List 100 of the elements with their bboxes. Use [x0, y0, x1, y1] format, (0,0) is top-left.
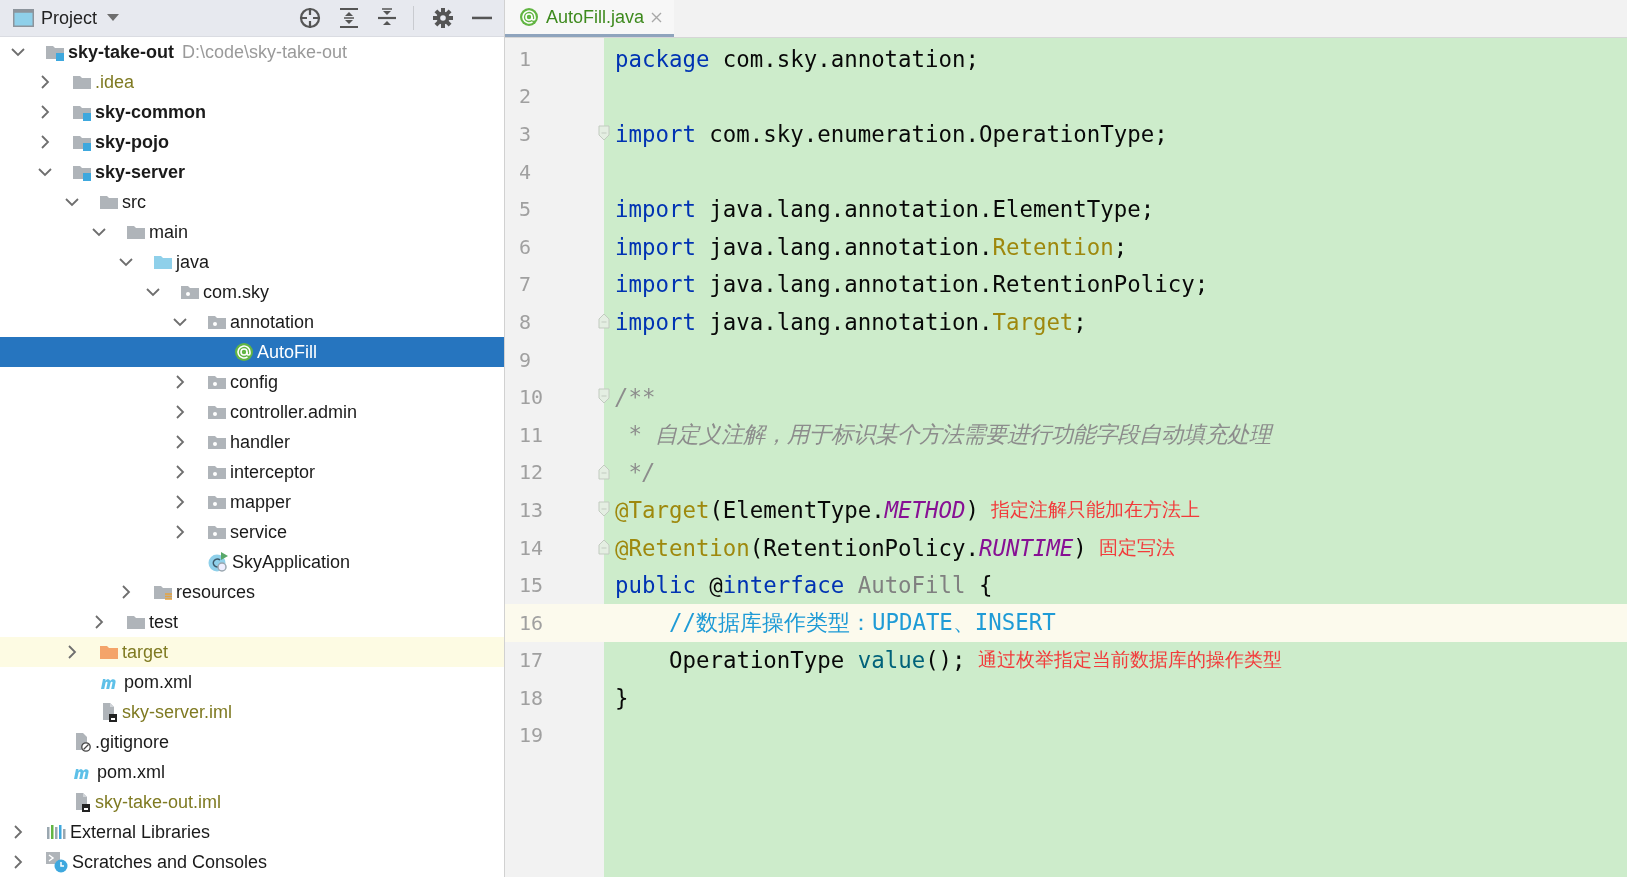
tree-item[interactable]: handler [0, 427, 504, 457]
tree-item[interactable]: pom.xml [0, 757, 504, 787]
tree-item[interactable]: target [0, 637, 504, 667]
chevron-right-icon[interactable] [40, 135, 50, 149]
package-folder-icon [207, 313, 227, 331]
tree-item-label: sky-common [95, 101, 207, 123]
resources-folder-icon [153, 583, 173, 601]
tree-item[interactable]: sky-take-out.iml [0, 787, 504, 817]
tree-item[interactable]: Scratches and Consoles [0, 847, 504, 877]
tree-item-label: config [230, 371, 279, 393]
line-number: 10 [519, 385, 544, 410]
tree-item[interactable]: java [0, 247, 504, 277]
tree-item[interactable]: sky-take-out D:\code\sky-take-out [0, 37, 504, 67]
code-line: @Retention(RetentionPolicy.RUNTIME) [614, 534, 1087, 561]
crosshair-icon[interactable] [299, 7, 321, 29]
tree-item[interactable]: AutoFill [0, 337, 504, 367]
chevron-right-icon[interactable] [67, 645, 77, 659]
tree-item-label: test [149, 611, 178, 633]
tree-item[interactable]: config [0, 367, 504, 397]
tree-item[interactable]: sky-common [0, 97, 504, 127]
fold-marker-icon[interactable] [598, 538, 610, 555]
line-number: 6 [519, 234, 532, 259]
chevron-right-icon[interactable] [13, 825, 23, 839]
tree-item[interactable]: External Libraries [0, 817, 504, 847]
panel-title[interactable]: Project [41, 7, 98, 29]
folder-icon [126, 223, 146, 241]
fold-marker-icon[interactable] [598, 125, 610, 142]
tree-item[interactable]: .idea [0, 67, 504, 97]
line-number: 12 [519, 460, 544, 485]
code-line: public @interface AutoFill { [614, 572, 993, 599]
tree-item-label: main [149, 221, 188, 243]
expand-all-icon[interactable] [339, 7, 359, 29]
chevron-right-icon[interactable] [94, 615, 104, 629]
chevron-down-icon[interactable] [173, 317, 187, 327]
tree-item[interactable]: service [0, 517, 504, 547]
tree-item-label: sky-server [95, 161, 186, 183]
chevron-right-icon[interactable] [175, 435, 185, 449]
tree-item[interactable]: pom.xml [0, 667, 504, 697]
tree-item-label: service [230, 521, 287, 543]
tree-item[interactable]: test [0, 607, 504, 637]
tree-item[interactable]: sky-server [0, 157, 504, 187]
tree-item-label: src [122, 191, 146, 213]
fold-marker-icon[interactable] [598, 501, 610, 518]
project-path: D:\code\sky-take-out [182, 41, 348, 63]
tree-item-label: target [122, 641, 169, 663]
package-folder-icon [180, 283, 200, 301]
tree-item[interactable]: controller.admin [0, 397, 504, 427]
tree-item-label: sky-server.iml [122, 701, 232, 723]
tree-item[interactable]: mapper [0, 487, 504, 517]
code-comment: /** [614, 384, 656, 411]
chevron-down-icon[interactable] [65, 197, 79, 207]
annotation-icon [519, 7, 539, 27]
chevron-right-icon[interactable] [121, 585, 131, 599]
tree-item-label: .gitignore [95, 731, 170, 753]
code-line: import java.lang.annotation.RetentionPolicy; [614, 271, 1209, 298]
fold-marker-icon[interactable] [598, 313, 610, 330]
chevron-right-icon[interactable] [175, 465, 185, 479]
code-comment: * 自定义注解，用于标识某个方法需要进行功能字段自动填充处理 [627, 420, 1272, 450]
code-line: import java.lang.annotation.Retention; [614, 233, 1128, 260]
module-folder-icon [45, 43, 65, 61]
fold-marker-icon[interactable] [598, 388, 610, 405]
code-comment: */ [627, 459, 656, 486]
line-number: 3 [519, 122, 532, 146]
minimize-icon[interactable] [472, 16, 492, 20]
chevron-right-icon[interactable] [40, 75, 50, 89]
editor-tab[interactable]: AutoFill.java [505, 0, 675, 37]
tree-item[interactable]: interceptor [0, 457, 504, 487]
chevron-right-icon[interactable] [175, 405, 185, 419]
chevron-right-icon[interactable] [40, 105, 50, 119]
tree-item[interactable]: resources [0, 577, 504, 607]
source-folder-icon [153, 253, 173, 271]
chevron-down-icon[interactable] [146, 287, 160, 297]
tree-item-label: Scratches and Consoles [72, 851, 268, 873]
tree-item[interactable]: main [0, 217, 504, 247]
tree-item[interactable]: src [0, 187, 504, 217]
tree-item-label: AutoFill [257, 341, 318, 363]
tree-item[interactable]: SkyApplication [0, 547, 504, 577]
folder-icon [126, 613, 146, 631]
tree-item[interactable]: sky-pojo [0, 127, 504, 157]
tree-item[interactable]: annotation [0, 307, 504, 337]
tree-item[interactable]: com.sky [0, 277, 504, 307]
module-folder-icon [72, 133, 92, 151]
chevron-right-icon[interactable] [175, 375, 185, 389]
tree-item[interactable]: .gitignore [0, 727, 504, 757]
chevron-right-icon[interactable] [13, 855, 23, 869]
line-number: 18 [519, 685, 544, 710]
chevron-down-icon[interactable] [119, 257, 133, 267]
chevron-down-icon[interactable] [92, 227, 106, 237]
line-number: 7 [519, 272, 532, 297]
package-folder-icon [207, 523, 227, 541]
module-folder-icon [72, 103, 92, 121]
chevron-down-icon[interactable] [11, 47, 25, 57]
chevron-right-icon[interactable] [175, 495, 185, 509]
chevron-down-icon[interactable] [38, 167, 52, 177]
caret-icon[interactable] [107, 14, 120, 22]
fold-marker-icon[interactable] [598, 463, 610, 480]
tree-item-label: External Libraries [70, 821, 211, 843]
chevron-right-icon[interactable] [175, 525, 185, 539]
code-line: } [614, 684, 629, 711]
tree-item[interactable]: sky-server.iml [0, 697, 504, 727]
